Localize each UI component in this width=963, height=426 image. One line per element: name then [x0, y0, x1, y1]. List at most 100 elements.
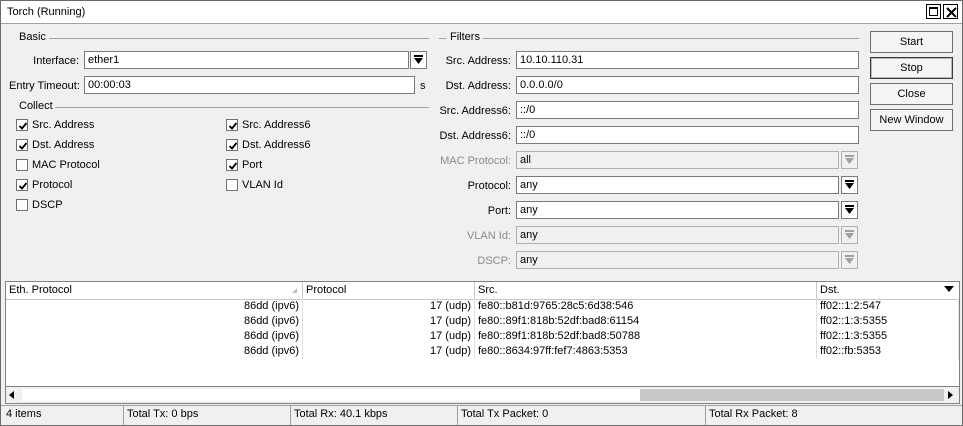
table-header: Eth. Protocol Protocol Src. Dst. — [6, 282, 959, 300]
close-button[interactable]: Close — [870, 83, 953, 105]
collect-dst-address-label: Dst. Address — [32, 139, 95, 151]
cell-dst: ff02::1:2:547 — [817, 299, 959, 314]
status-total-tx: Total Tx: 0 bps — [124, 406, 291, 425]
collect-dscp-label: DSCP — [32, 199, 63, 211]
checkmark-icon[interactable] — [16, 119, 28, 131]
cell-src: fe80::8634:97ff:fef7:4863:5353 — [475, 344, 817, 359]
cell-eth-protocol: 86dd (ipv6) — [6, 314, 303, 329]
dscp-select[interactable]: any — [516, 251, 839, 269]
title-bar[interactable]: Torch (Running) — [1, 1, 962, 24]
dst-address-label: Dst. Address: — [445, 80, 511, 92]
collect-section-header: Collect — [19, 100, 53, 112]
checkmark-icon[interactable] — [226, 159, 238, 171]
maximize-icon[interactable] — [926, 4, 941, 19]
collect-dst-address6-label: Dst. Address6 — [242, 139, 311, 151]
vlan-id-select[interactable]: any — [516, 226, 839, 244]
protocol-label: Protocol: — [467, 180, 511, 192]
cell-dst: ff02::1:3:5355 — [817, 314, 959, 329]
filters-divider — [483, 38, 859, 39]
collect-src-address6-label: Src. Address6 — [242, 119, 311, 131]
cell-src: fe80::89f1:818b:52df:bad8:61154 — [475, 314, 817, 329]
checkmark-icon[interactable] — [16, 139, 28, 151]
collect-divider — [55, 107, 429, 108]
interface-dropdown-button[interactable] — [410, 51, 427, 69]
column-menu-icon[interactable] — [944, 285, 954, 293]
filters-section-label: Filters — [450, 31, 480, 43]
src-address-label: Src. Address: — [445, 55, 511, 67]
dst-address6-label: Dst. Address6: — [439, 130, 511, 142]
status-total-rx-packet: Total Rx Packet: 8 — [709, 408, 798, 420]
src-address6-input[interactable]: ::/0 — [516, 101, 859, 119]
table-row[interactable]: 86dd (ipv6) 17 (udp) fe80::89f1:818b:52df:… — [6, 314, 959, 329]
column-header-dst[interactable]: Dst. — [817, 282, 959, 299]
cell-src: fe80::b81d:9765:28c5:6d38:546 — [475, 299, 817, 314]
cell-protocol: 17 (udp) — [303, 314, 475, 329]
status-items-count: 4 items — [3, 406, 124, 425]
table-row[interactable]: 86dd (ipv6) 17 (udp) fe80::8634:97ff:fef7:… — [6, 344, 959, 359]
port-select[interactable]: any — [516, 201, 839, 219]
mac-protocol-label: MAC Protocol: — [440, 155, 511, 167]
dropdown-arrow-icon — [414, 55, 423, 64]
vlan-id-label: VLAN Id: — [466, 230, 511, 242]
entry-timeout-label: Entry Timeout: — [9, 80, 80, 92]
collect-mac-protocol-label: MAC Protocol — [32, 159, 100, 171]
port-dropdown-button[interactable] — [841, 201, 858, 219]
port-label: Port: — [487, 205, 511, 217]
cell-protocol: 17 (udp) — [303, 329, 475, 344]
scroll-right-icon[interactable] — [948, 391, 953, 399]
table-row[interactable]: 86dd (ipv6) 17 (udp) fe80::b81d:9765:28c5:… — [6, 299, 959, 314]
mac-protocol-dropdown-button[interactable] — [841, 151, 858, 169]
checkbox-empty-icon[interactable] — [16, 159, 28, 171]
torch-window: Torch (Running) Basic Interface: ether1 … — [0, 0, 963, 426]
dst-address-input[interactable]: 0.0.0.0/0 — [516, 76, 859, 94]
dropdown-arrow-icon — [845, 255, 854, 264]
filters-divider-left — [439, 38, 446, 39]
horizontal-scrollbar[interactable] — [5, 387, 960, 404]
interface-label: Interface: — [33, 55, 79, 67]
src-address-input[interactable]: 10.10.110.31 — [516, 51, 859, 69]
sort-indicator-icon — [292, 288, 297, 293]
dscp-dropdown-button[interactable] — [841, 251, 858, 269]
entry-timeout-input[interactable]: 00:00:03 — [84, 76, 415, 94]
column-header-eth-protocol[interactable]: Eth. Protocol — [6, 282, 303, 299]
vlan-id-dropdown-button[interactable] — [841, 226, 858, 244]
close-icon[interactable] — [943, 4, 958, 19]
basic-divider — [49, 38, 429, 39]
protocol-select[interactable]: any — [516, 176, 839, 194]
dscp-label: DSCP: — [477, 255, 511, 267]
column-header-src[interactable]: Src. — [475, 282, 817, 299]
mac-protocol-select[interactable]: all — [516, 151, 839, 169]
start-button[interactable]: Start — [870, 31, 953, 53]
window-title: Torch (Running) — [7, 6, 86, 18]
dropdown-arrow-icon — [845, 205, 854, 214]
checkbox-empty-icon[interactable] — [226, 179, 238, 191]
protocol-dropdown-button[interactable] — [841, 176, 858, 194]
checkmark-icon[interactable] — [226, 119, 238, 131]
basic-section-header: Basic — [19, 31, 46, 43]
checkmark-icon[interactable] — [16, 179, 28, 191]
cell-eth-protocol: 86dd (ipv6) — [6, 329, 303, 344]
filters-section-header: Filters — [450, 31, 480, 43]
new-window-button[interactable]: New Window — [870, 109, 953, 131]
entry-timeout-unit: s — [420, 80, 426, 92]
status-bar: 4 items Total Tx: 0 bps Total Rx: 40.1 k… — [1, 405, 962, 425]
stop-button[interactable]: Stop — [870, 57, 953, 79]
cell-dst: ff02::1:3:5355 — [817, 329, 959, 344]
dropdown-arrow-icon — [845, 180, 854, 189]
checkbox-empty-icon[interactable] — [16, 199, 28, 211]
cell-eth-protocol: 86dd (ipv6) — [6, 344, 303, 359]
cell-dst: ff02::fb:5353 — [817, 344, 959, 359]
dst-address6-input[interactable]: ::/0 — [516, 126, 859, 144]
checkmark-icon[interactable] — [226, 139, 238, 151]
column-header-protocol[interactable]: Protocol — [303, 282, 475, 299]
scroll-thumb[interactable] — [640, 389, 944, 401]
cell-protocol: 17 (udp) — [303, 344, 475, 359]
table-row[interactable]: 86dd (ipv6) 17 (udp) fe80::89f1:818b:52df:… — [6, 329, 959, 344]
interface-select[interactable]: ether1 — [84, 51, 409, 69]
scroll-track[interactable] — [22, 389, 640, 401]
collect-section-label: Collect — [19, 100, 53, 112]
status-total-rx: Total Rx: 40.1 kbps — [291, 406, 458, 425]
scroll-left-icon[interactable] — [9, 391, 14, 399]
collect-port-label: Port — [242, 159, 263, 171]
status-total-tx-packet: Total Tx Packet: 0 — [458, 406, 706, 425]
